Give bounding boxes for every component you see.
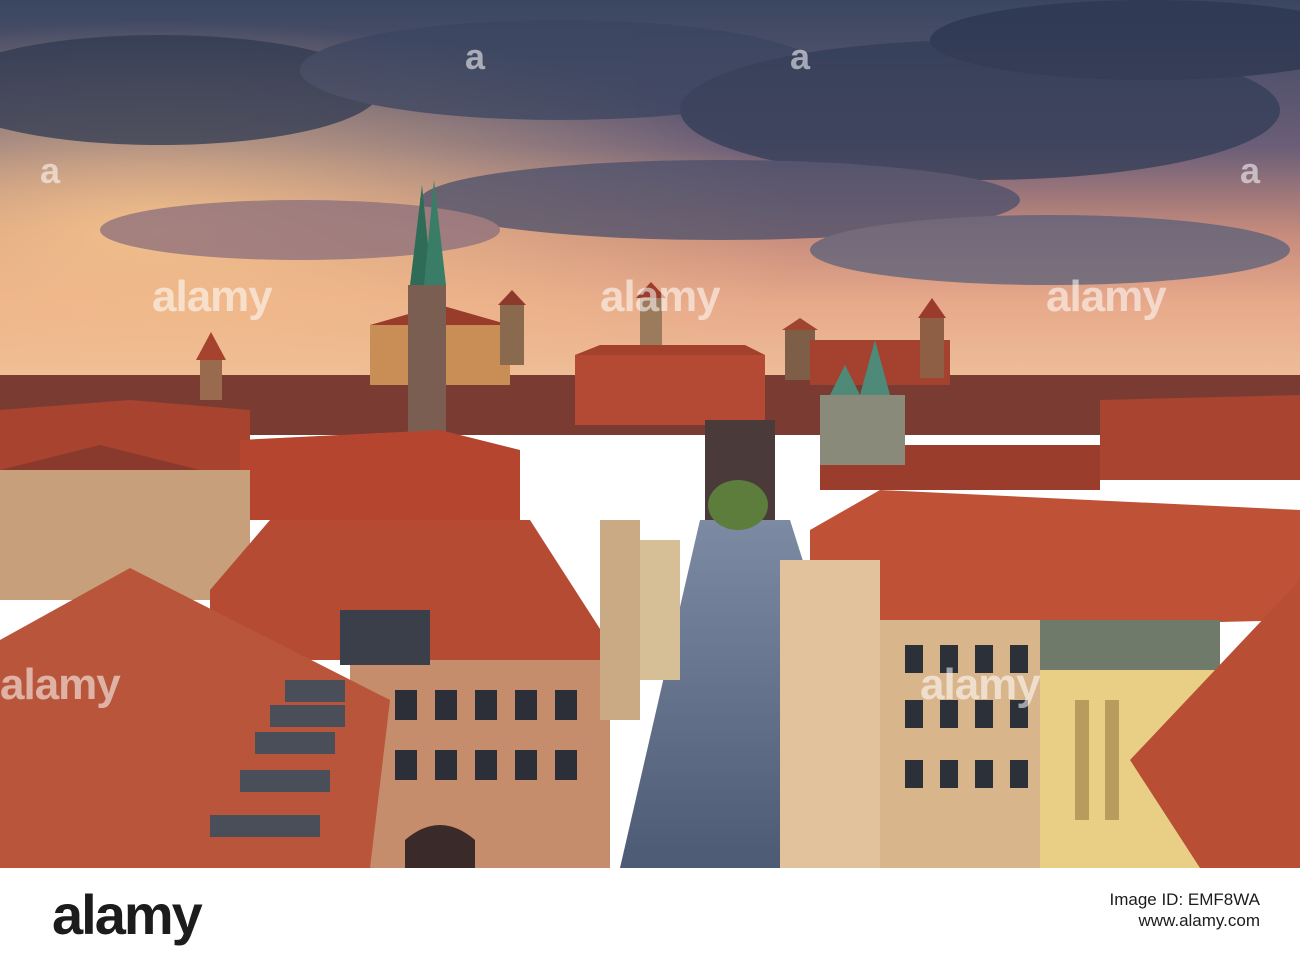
watermark-logo: alamy [1046, 272, 1167, 321]
watermark-logo: alamy [152, 272, 273, 321]
watermark-logo: alamy [920, 660, 1041, 709]
watermark-logo: alamy [0, 660, 121, 709]
watermark-logo: a [40, 150, 60, 191]
city-scene [0, 0, 1300, 868]
right-buildings [780, 490, 1300, 868]
city-photo: alamy alamy alamy alamy alamy a a a a [0, 0, 1300, 868]
footer-bar: alamy Image ID: EMF8WA www.alamy.com [0, 868, 1300, 956]
footer-logo[interactable]: alamy [52, 882, 203, 947]
watermark-logo: a [1240, 150, 1260, 191]
footer-info: Image ID: EMF8WA www.alamy.com [1109, 890, 1260, 932]
image-id-label: Image ID: EMF8WA [1109, 890, 1260, 909]
site-url[interactable]: www.alamy.com [1109, 910, 1260, 932]
watermark-logo: a [790, 36, 810, 77]
watermark-logo: a [465, 36, 485, 77]
tree [708, 480, 768, 530]
watermark-logo: alamy [600, 272, 721, 321]
